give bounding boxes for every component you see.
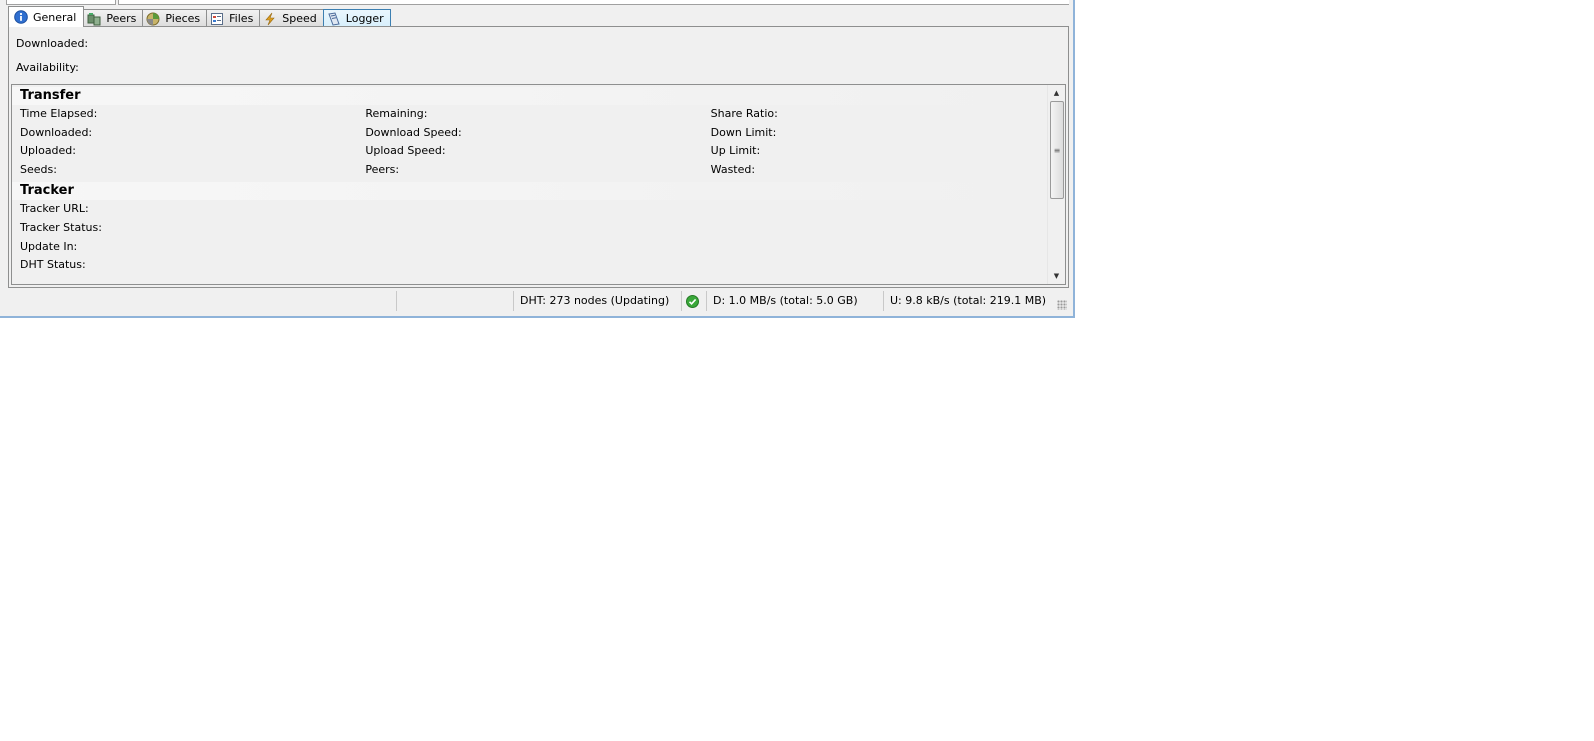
remaining-label: Remaining: xyxy=(365,107,428,120)
logger-icon xyxy=(327,11,341,26)
transfer-row: Downloaded: Download Speed: Down Limit: xyxy=(12,124,1048,143)
status-cell-empty-2 xyxy=(396,291,513,311)
tab-logger-label: Logger xyxy=(345,12,384,25)
vertical-scrollbar[interactable]: ▲ ≡ ▼ xyxy=(1047,85,1065,284)
peers-icon xyxy=(87,12,101,26)
download-speed-label: Download Speed: xyxy=(365,125,462,139)
general-summary: Downloaded: Availability: xyxy=(16,37,88,85)
info-icon xyxy=(14,10,28,24)
tab-general[interactable]: General xyxy=(8,6,85,27)
resize-grip-icon[interactable] xyxy=(1057,300,1067,310)
upload-status: U: 9.8 kB/s (total: 219.1 MB) xyxy=(883,291,1069,311)
upload-speed-label: Upload Speed: xyxy=(365,144,446,158)
tab-files-label: Files xyxy=(229,12,254,25)
speed-icon xyxy=(263,12,277,26)
status-cell-empty-1 xyxy=(6,291,396,311)
tab-peers-label: Peers xyxy=(106,12,137,25)
transfer-header: Transfer xyxy=(12,87,1048,105)
app-window: General Peers Pieces Files Speed Logger … xyxy=(0,0,1075,318)
files-icon xyxy=(210,12,224,26)
tracker-url-label: Tracker URL: xyxy=(20,202,89,216)
tracker-status-label: Tracker Status: xyxy=(20,220,102,234)
downloaded-total-label: Downloaded: xyxy=(20,125,93,139)
tab-logger[interactable]: Logger xyxy=(322,9,391,27)
check-circle-icon xyxy=(686,294,699,308)
download-status: D: 1.0 MB/s (total: 5.0 GB) xyxy=(706,291,883,311)
transfer-row: Uploaded: Upload Speed: Up Limit: xyxy=(12,142,1048,161)
dht-status-label: DHT Status: xyxy=(20,258,86,272)
scroll-down-arrow-icon[interactable]: ▼ xyxy=(1048,268,1065,284)
tracker-header: Tracker xyxy=(12,182,1048,201)
tab-files[interactable]: Files xyxy=(206,9,261,27)
peers-label: Peers: xyxy=(365,162,400,176)
update-in-label: Update In: xyxy=(20,239,78,253)
dht-status: DHT: 273 nodes (Updating) xyxy=(513,291,681,311)
details-scroll-area[interactable]: Transfer Time Elapsed: Remaining: Share … xyxy=(11,84,1066,285)
general-panel: Downloaded: Availability: Transfer Time … xyxy=(8,26,1069,288)
share-ratio-label: Share Ratio: xyxy=(710,107,778,120)
availability-label: Availability: xyxy=(16,61,79,74)
details-content: Transfer Time Elapsed: Remaining: Share … xyxy=(12,85,1048,275)
up-limit-label: Up Limit: xyxy=(710,144,761,158)
tab-speed-label: Speed xyxy=(282,12,317,25)
top-panel-right xyxy=(118,0,1069,5)
down-limit-label: Down Limit: xyxy=(710,125,777,139)
transfer-row: Time Elapsed: Remaining: Share Ratio: xyxy=(12,105,1048,124)
downloaded-label: Downloaded: xyxy=(16,37,89,50)
status-bar: DHT: 273 nodes (Updating) D: 1.0 MB/s (t… xyxy=(6,290,1069,312)
top-panel-left xyxy=(6,0,116,5)
seeds-label: Seeds: xyxy=(20,162,57,176)
scroll-thumb[interactable]: ≡ xyxy=(1050,101,1064,199)
tab-peers[interactable]: Peers xyxy=(83,9,144,27)
wasted-label: Wasted: xyxy=(710,162,756,176)
pieces-icon xyxy=(146,12,160,26)
tab-pieces-label: Pieces xyxy=(165,12,201,25)
time-elapsed-label: Time Elapsed: xyxy=(20,107,98,120)
transfer-row: Seeds: Peers: Wasted: xyxy=(12,161,1048,180)
tab-pieces[interactable]: Pieces xyxy=(142,9,208,27)
connection-status xyxy=(681,291,706,311)
uploaded-label: Uploaded: xyxy=(20,144,76,158)
tab-speed[interactable]: Speed xyxy=(259,9,324,27)
tab-general-label: General xyxy=(33,10,77,24)
top-strip xyxy=(0,0,1073,5)
tab-bar: General Peers Pieces Files Speed Logger xyxy=(8,6,391,27)
scroll-up-arrow-icon[interactable]: ▲ xyxy=(1048,85,1065,101)
